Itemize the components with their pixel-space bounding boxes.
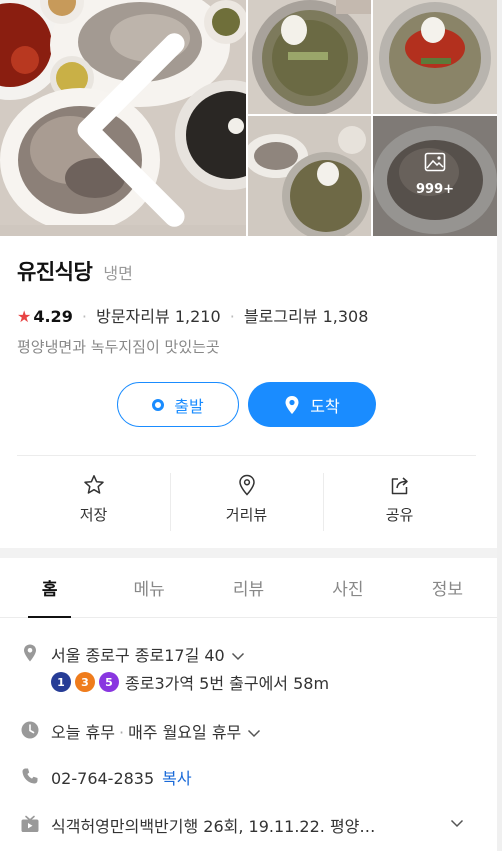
share-button[interactable]: 공유: [323, 456, 476, 532]
main-photo[interactable]: [0, 0, 246, 236]
subway-text: 종로3가역 5번 출구에서 58m: [125, 674, 330, 693]
action-bar: 저장 거리뷰 공유: [17, 455, 476, 532]
scrollbar[interactable]: [497, 0, 502, 851]
chevron-down-icon: [248, 729, 261, 738]
chevron-down-icon: [450, 819, 464, 828]
photo-thumb[interactable]: [248, 0, 371, 114]
save-button[interactable]: 저장: [17, 456, 170, 532]
map-pin-icon: [285, 395, 299, 414]
location-pin-icon: [24, 644, 36, 662]
tab-menu[interactable]: 메뉴: [99, 558, 198, 617]
photo-thumb-more[interactable]: 999+: [373, 116, 497, 236]
place-category: 냉면: [103, 264, 133, 283]
photo-thumb[interactable]: [248, 116, 371, 236]
blog-review-link[interactable]: 블로그리뷰 1,308: [244, 307, 369, 326]
tab-review[interactable]: 리뷰: [199, 558, 298, 617]
hours-detail: 매주 월요일 휴무: [128, 723, 242, 742]
back-icon[interactable]: [12, 12, 246, 236]
section-divider: [0, 548, 497, 558]
review-stats: ★ 4.29 · 방문자리뷰 1,210 · 블로그리뷰 1,308: [17, 307, 369, 326]
phone-row: 02-764-2835 복사: [20, 765, 490, 789]
place-header: 유진식당 냉면: [17, 256, 487, 286]
place-description: 평양냉면과 녹두지짐이 맛있는곳: [17, 338, 220, 356]
route-start-button[interactable]: 출발: [117, 382, 239, 427]
share-icon: [391, 477, 408, 495]
tab-home[interactable]: 홈: [0, 558, 99, 618]
tab-bar: 홈 메뉴 리뷰 사진 정보: [0, 558, 497, 618]
place-name: 유진식당: [17, 260, 93, 284]
chevron-down-icon: [231, 652, 244, 661]
address-text: 서울 종로구 종로17길 40: [51, 646, 225, 665]
photo-count: 999+: [415, 182, 455, 197]
tv-row[interactable]: 식객허영만의백반기행 26회, 19.11.22. 평양…: [20, 813, 490, 837]
map-pin-outline-icon: [238, 474, 255, 496]
star-icon: [83, 475, 104, 494]
tv-appearance-text: 식객허영만의백반기행 26회, 19.11.22. 평양…: [51, 817, 376, 836]
subway-line-badge: 5: [99, 672, 119, 692]
subway-line-badge: 3: [75, 672, 95, 692]
visitor-review-link[interactable]: 방문자리뷰 1,210: [96, 307, 221, 326]
star-icon: ★: [17, 307, 32, 326]
photo-thumb[interactable]: [373, 0, 497, 114]
route-end-button[interactable]: 도착: [248, 382, 376, 427]
tab-info[interactable]: 정보: [398, 558, 497, 617]
phone-number[interactable]: 02-764-2835: [51, 769, 154, 788]
phone-icon: [22, 768, 38, 784]
hours-row[interactable]: 오늘 휴무 · 매주 월요일 휴무: [20, 719, 490, 743]
street-view-button[interactable]: 거리뷰: [170, 456, 323, 532]
rating-value: 4.29: [33, 307, 73, 326]
subway-line-badge: 1: [51, 672, 71, 692]
gallery-icon: [424, 152, 446, 172]
photo-gallery: 999+: [0, 0, 497, 236]
clock-icon: [21, 721, 39, 739]
tv-icon: [21, 815, 39, 832]
address-row[interactable]: 서울 종로구 종로17길 40 1 3 5 종로3가역 5번 출구에서 58m: [20, 642, 490, 698]
hours-status: 오늘 휴무: [51, 723, 115, 742]
tab-photo[interactable]: 사진: [298, 558, 397, 617]
subway-info: 1 3 5 종로3가역 5번 출구에서 58m: [51, 670, 329, 694]
copy-phone-link[interactable]: 복사: [162, 769, 191, 788]
origin-dot-icon: [152, 398, 165, 411]
